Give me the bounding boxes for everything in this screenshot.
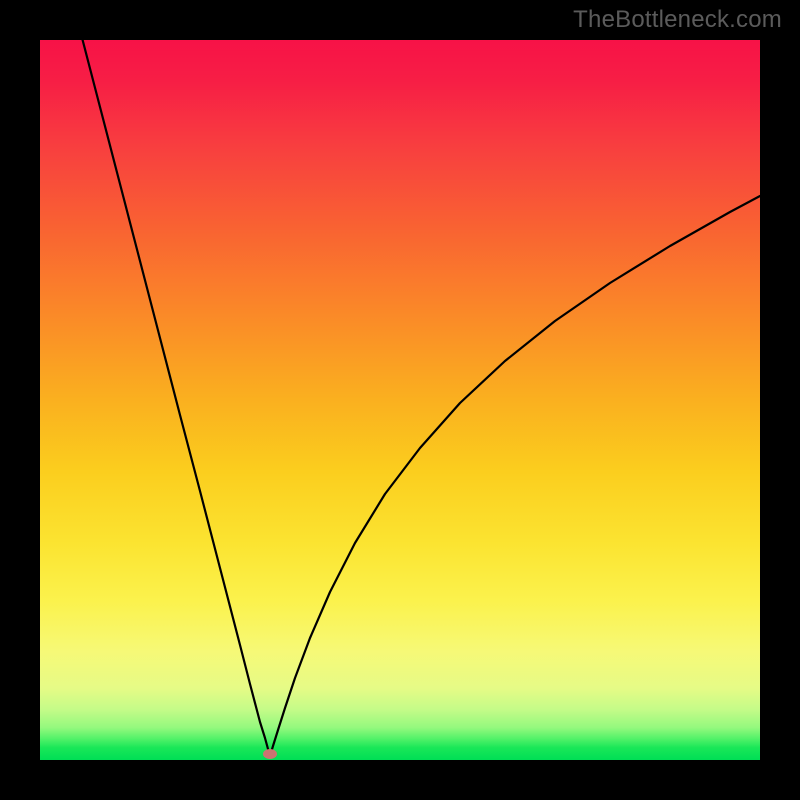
curve-svg bbox=[40, 40, 760, 760]
plot-area bbox=[40, 40, 760, 760]
watermark-text: TheBottleneck.com bbox=[573, 6, 782, 34]
bottleneck-curve bbox=[80, 40, 760, 756]
minimum-marker bbox=[263, 749, 277, 759]
